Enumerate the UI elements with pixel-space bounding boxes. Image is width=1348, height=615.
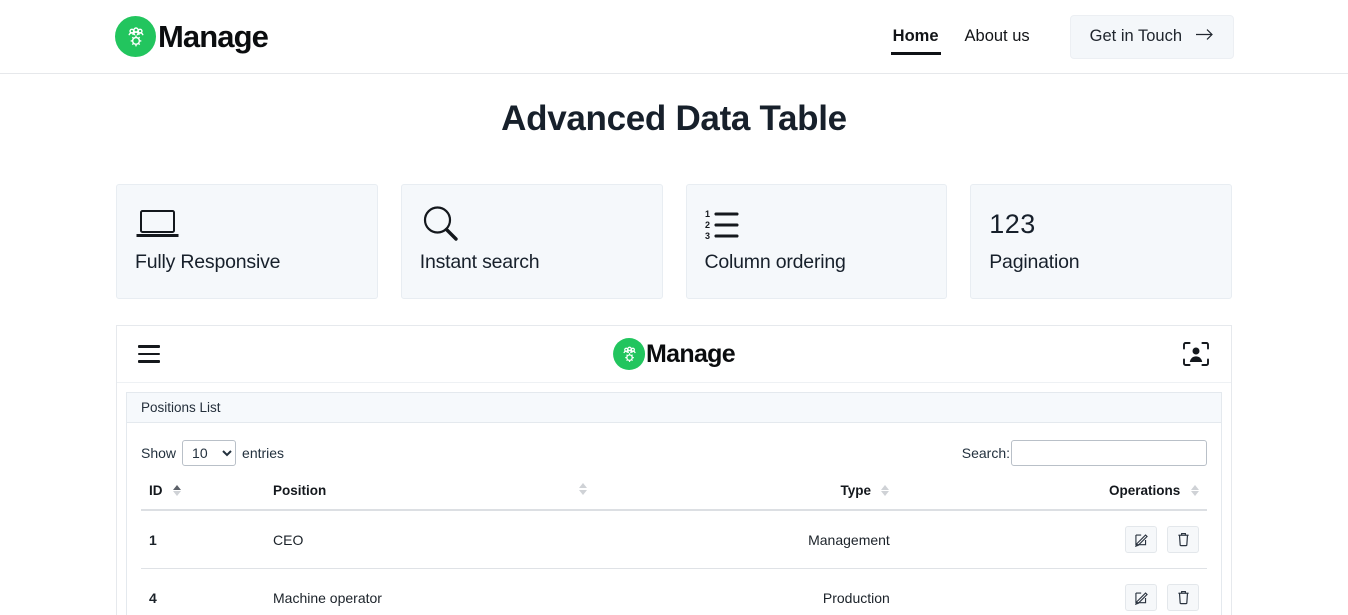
cell-id: 1 xyxy=(141,510,273,569)
column-label: Position xyxy=(273,483,326,498)
page-length-control: Show 102550100 entries xyxy=(141,440,284,466)
feature-card-fully-responsive: Fully Responsive xyxy=(116,184,378,299)
pagination-number: 123 xyxy=(989,211,1036,238)
widget-brand-name: Manage xyxy=(646,340,735,369)
search-label: Search: xyxy=(962,445,1010,461)
numbered-list-icon: 1 2 3 xyxy=(705,202,929,246)
sort-indicator-position[interactable] xyxy=(578,483,587,495)
column-label: Type xyxy=(841,483,872,498)
svg-text:1: 1 xyxy=(705,209,710,219)
svg-text:2: 2 xyxy=(705,220,710,230)
feature-cards: Fully Responsive Instant search 1 2 3 Co… xyxy=(116,184,1232,299)
trash-icon[interactable] xyxy=(1167,584,1199,611)
feature-label: Column ordering xyxy=(705,251,929,274)
cell-id: 4 xyxy=(141,569,273,615)
column-header-operations[interactable]: Operations xyxy=(890,483,1207,510)
feature-label: Instant search xyxy=(420,251,644,274)
widget-toolbar: Manage xyxy=(117,326,1231,383)
widget-brand-logo: Manage xyxy=(613,338,735,370)
magnifier-icon xyxy=(420,202,644,246)
column-header-position[interactable]: Position xyxy=(273,483,625,510)
top-navbar: Manage Home About us Get in Touch xyxy=(0,0,1348,74)
feature-card-pagination: 123 Pagination xyxy=(970,184,1232,299)
entries-label: entries xyxy=(242,445,284,461)
hamburger-menu-icon[interactable] xyxy=(138,345,160,362)
svg-text:3: 3 xyxy=(705,231,710,241)
feature-card-instant-search: Instant search xyxy=(401,184,663,299)
sort-indicator-operations[interactable] xyxy=(1190,485,1199,497)
table-header-row: ID Position Type Operations xyxy=(141,483,1207,510)
arrow-right-icon xyxy=(1195,27,1214,46)
user-scan-icon[interactable] xyxy=(1182,341,1210,367)
edit-pencil-icon[interactable] xyxy=(1125,526,1157,553)
column-label: ID xyxy=(149,483,163,498)
cell-operations xyxy=(890,569,1207,615)
nav-links: Home About us Get in Touch xyxy=(880,15,1234,59)
cta-label: Get in Touch xyxy=(1090,27,1182,46)
cell-operations xyxy=(890,510,1207,569)
sort-indicator-type[interactable] xyxy=(881,485,890,497)
nav-link-home[interactable]: Home xyxy=(880,27,952,46)
people-gear-logo-icon xyxy=(613,338,645,370)
column-label: Operations xyxy=(1109,483,1180,498)
table-body: 1 CEO Management xyxy=(141,510,1207,615)
feature-label: Pagination xyxy=(989,251,1213,274)
positions-panel: Positions List Show 102550100 entries Se… xyxy=(126,392,1222,615)
cell-position: CEO xyxy=(273,510,625,569)
column-header-type[interactable]: Type xyxy=(625,483,889,510)
nav-link-about-us[interactable]: About us xyxy=(952,27,1043,46)
people-gear-logo-icon xyxy=(115,16,156,57)
table-head: ID Position Type Operations xyxy=(141,483,1207,510)
search-control: Search: xyxy=(962,440,1207,466)
sort-indicator-id[interactable] xyxy=(172,485,181,497)
laptop-icon xyxy=(135,202,359,246)
table-row: 4 Machine operator Production xyxy=(141,569,1207,615)
get-in-touch-button[interactable]: Get in Touch xyxy=(1070,15,1234,59)
data-table-widget: Manage Positions List Show 102550100 ent… xyxy=(116,325,1232,615)
search-input[interactable] xyxy=(1011,440,1207,466)
pagination-number-text: 123 xyxy=(989,202,1213,246)
edit-pencil-icon[interactable] xyxy=(1125,584,1157,611)
show-label: Show xyxy=(141,445,176,461)
trash-icon[interactable] xyxy=(1167,526,1199,553)
cell-position: Machine operator xyxy=(273,569,625,615)
cell-type: Management xyxy=(625,510,889,569)
table-controls: Show 102550100 entries Search: xyxy=(141,436,1207,470)
positions-table: ID Position Type Operations xyxy=(141,483,1207,615)
panel-title: Positions List xyxy=(127,393,1221,423)
column-header-id[interactable]: ID xyxy=(141,483,273,510)
feature-label: Fully Responsive xyxy=(135,251,359,274)
page-length-select[interactable]: 102550100 xyxy=(182,440,236,466)
table-row: 1 CEO Management xyxy=(141,510,1207,569)
feature-card-column-ordering: 1 2 3 Column ordering xyxy=(686,184,948,299)
brand-name: Manage xyxy=(158,19,268,55)
brand-logo[interactable]: Manage xyxy=(115,16,268,57)
page-title: Advanced Data Table xyxy=(0,99,1348,139)
cell-type: Production xyxy=(625,569,889,615)
